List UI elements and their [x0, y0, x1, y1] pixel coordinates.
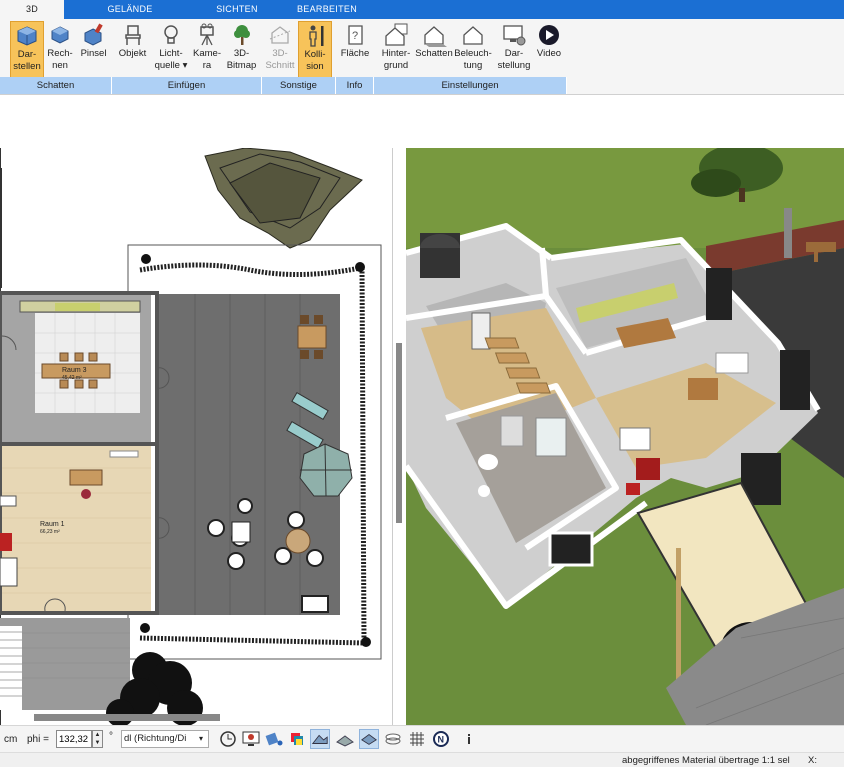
house-shadow-icon [424, 26, 447, 47]
group-label-einfuegen: Einfügen [112, 77, 262, 94]
degree-label: ° [109, 731, 113, 742]
direction-select-value: dl (Richtung/Di [124, 733, 187, 744]
parasol [299, 443, 353, 497]
3d-render-canvas[interactable] [406, 148, 844, 725]
status-message: abgegriffenes Material übertrage 1:1 sel [622, 755, 790, 766]
svg-text:?: ? [352, 30, 358, 42]
unit-label: cm [4, 734, 18, 745]
kollision-button[interactable]: Kolli-sion [298, 21, 332, 79]
clock-icon[interactable] [218, 729, 238, 749]
stack-icon[interactable] [383, 729, 403, 749]
info-icon[interactable] [459, 729, 479, 749]
chevron-down-icon: ▾ [195, 731, 207, 747]
play-icon [539, 25, 559, 45]
flaeche-button[interactable]: ? Fläche [338, 21, 372, 79]
view-splitter[interactable] [392, 148, 406, 725]
group-label-einstellungen: Einstellungen [374, 77, 567, 94]
splitter-handle[interactable] [396, 343, 402, 523]
tree-symbol-top [204, 148, 363, 249]
terrain-view-icon[interactable] [310, 729, 330, 749]
plan-horizontal-scrollbar[interactable] [34, 714, 220, 721]
phi-spinner[interactable]: ▲ ▼ [92, 730, 103, 748]
person-icon [309, 25, 324, 47]
material-layers-icon[interactable] [287, 729, 307, 749]
ribbon: Dar-stellen Rech-nen Pinsel Objekt Licht… [0, 19, 844, 95]
group-label-schatten: Schatten [0, 77, 112, 94]
cube-display-icon [17, 26, 37, 46]
kamera-button[interactable]: Kame-ra [192, 21, 222, 79]
darstellung-settings-button[interactable]: Dar-stellung [494, 21, 534, 79]
room1-area: 66,23 m² [40, 529, 60, 535]
3d-schnitt-button[interactable]: 3D- Schnitt [263, 21, 297, 79]
tab-sichten[interactable]: SICHTEN [205, 0, 269, 19]
3d-bitmap-button[interactable]: 3D- Bitmap [224, 21, 259, 79]
beleuchtung-button[interactable]: Beleuch-tung [454, 21, 492, 79]
hintergrund-button[interactable]: Hinter-grund [378, 21, 414, 79]
group-label-info: Info [336, 77, 374, 94]
monitor-settings-icon [503, 25, 526, 46]
paint-bucket-icon[interactable] [264, 729, 284, 749]
brush-cube-icon [84, 23, 103, 46]
house-background-icon [385, 23, 408, 46]
schatten-settings-button[interactable]: Schatten [414, 21, 454, 79]
grid-icon[interactable] [407, 729, 427, 749]
phi-label: phi = [27, 734, 49, 745]
north-icon[interactable]: N [431, 729, 451, 749]
input-toolbar: cm phi = ▲▼ ° dl (Richtung/Di ▾ N [0, 725, 844, 752]
rechnen-button[interactable]: Rech-nen [45, 21, 75, 79]
monitor-record-icon[interactable] [241, 729, 261, 749]
house-light-icon [463, 26, 483, 45]
section-icon [269, 26, 291, 44]
coordinate-x-label: X: [808, 755, 817, 766]
floor-plan-view[interactable]: Raum 3 45,42 m² Raum 1 66,23 m² [0, 148, 392, 725]
room3-area: 45,42 m² [62, 375, 82, 381]
chair-icon [124, 25, 141, 45]
3d-view[interactable] [406, 148, 844, 725]
phi-input[interactable] [56, 730, 92, 748]
area-icon: ? [348, 25, 363, 45]
cube-compute-icon [51, 26, 69, 44]
ribbon-tab-bar: 3D GELÄNDE SICHTEN BEARBEITEN [0, 0, 844, 19]
lichtquelle-button[interactable]: Licht-quelle ▾ [152, 21, 190, 79]
status-bar: abgegriffenes Material übertrage 1:1 sel… [0, 752, 844, 767]
pinsel-button[interactable]: Pinsel [77, 21, 110, 79]
floor-plan-canvas[interactable]: Raum 3 45,42 m² Raum 1 66,23 m² [0, 148, 392, 725]
tab-bearbeiten[interactable]: BEARBEITEN [290, 0, 364, 19]
room1-name: Raum 1 [40, 521, 65, 528]
video-button[interactable]: Video [534, 21, 564, 79]
objekt-button[interactable]: Objekt [116, 21, 149, 79]
camera-icon [200, 23, 214, 46]
tab-gelaende[interactable]: GELÄNDE [92, 0, 168, 19]
lightbulb-icon [164, 25, 178, 44]
tab-3d[interactable]: 3D [0, 0, 64, 19]
direction-select[interactable]: dl (Richtung/Di ▾ [121, 730, 209, 748]
plane-icon[interactable] [359, 729, 379, 749]
group-label-sonstige: Sonstige [262, 77, 336, 94]
svg-text:N: N [438, 735, 445, 745]
room3-name: Raum 3 [62, 367, 87, 374]
tree-icon [233, 25, 250, 45]
darstellen-button[interactable]: Dar-stellen [10, 21, 44, 79]
surface-hatch-icon[interactable] [335, 729, 355, 749]
